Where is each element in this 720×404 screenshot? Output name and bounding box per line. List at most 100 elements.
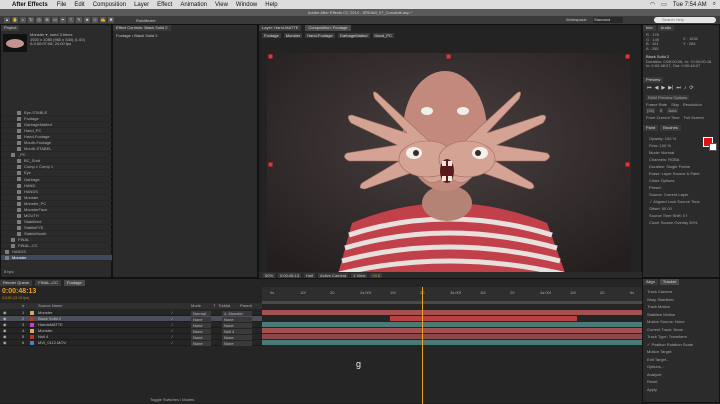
menu-item-view[interactable]: View xyxy=(215,2,228,8)
menu-item-effect[interactable]: Effect xyxy=(157,2,172,8)
layer-parent[interactable]: None xyxy=(222,316,252,322)
menu-item-composition[interactable]: Composition xyxy=(93,2,126,8)
layer-bar[interactable] xyxy=(262,328,642,333)
menu-item-layer[interactable]: Layer xyxy=(134,2,149,8)
next-frame-icon[interactable]: ▶| xyxy=(668,85,673,91)
tab-render-queue[interactable]: Render Queue xyxy=(0,280,33,286)
layer-bar[interactable] xyxy=(262,310,642,315)
eraser-tool-icon[interactable]: ◇ xyxy=(92,17,98,23)
layer-mode[interactable]: None xyxy=(191,340,211,346)
tab-layer[interactable]: Layer: Hand-MATTE xyxy=(259,25,302,31)
menu-item-window[interactable]: Window xyxy=(236,2,257,8)
tab-align[interactable]: Align xyxy=(643,279,658,285)
prev-frame-icon[interactable]: ◀ xyxy=(655,85,659,91)
layer-row[interactable]: ◉ 6 MVI_0112.MOV None None ⁄ xyxy=(0,340,262,346)
ram-preview-select[interactable]: RAM Preview Options xyxy=(646,95,690,100)
tab-effect-controls[interactable]: Effect Controls: Black Solid 2 xyxy=(113,25,171,31)
composition-viewer[interactable] xyxy=(267,53,631,278)
playhead[interactable] xyxy=(421,287,423,404)
hand-tool-icon[interactable]: ✋ xyxy=(12,17,18,23)
tracker-option[interactable]: Apply xyxy=(647,386,693,394)
frame-rate-select[interactable]: (24) xyxy=(646,108,656,113)
tab-audio[interactable]: Audio xyxy=(657,25,674,31)
audio-icon[interactable]: ♪ xyxy=(684,85,687,91)
paint-option[interactable]: Source: Current Layer xyxy=(649,191,700,198)
tracker-option[interactable]: Motion Target: xyxy=(647,348,693,356)
mask-tool-icon[interactable]: ▭ xyxy=(52,17,58,23)
tracker-option[interactable]: Options... xyxy=(647,363,693,371)
tracker-option[interactable]: Track Type: Transform xyxy=(647,333,693,341)
comp-subtab[interactable]: Footage xyxy=(262,33,281,38)
tracker-option[interactable]: Current Track: None xyxy=(647,326,693,334)
roto-tool-icon[interactable]: ✍ xyxy=(100,17,106,23)
menu-item-animation[interactable]: Animation xyxy=(180,2,207,8)
layer-parent[interactable]: Null 4 xyxy=(222,328,252,334)
brush-tool-icon[interactable]: ✎ xyxy=(76,17,82,23)
layer-parent[interactable]: None xyxy=(222,334,252,340)
time-ruler[interactable]: 0s10f202s:00f10f203s:00f10f204s:00f10f20… xyxy=(262,287,642,301)
pan-tool-icon[interactable]: ⊕ xyxy=(44,17,50,23)
paint-option[interactable]: ✓ Aligned Lock Source Time xyxy=(649,198,700,205)
paint-option[interactable]: Source Time Shift: 0 f xyxy=(649,212,700,219)
paint-option[interactable]: Opacity: 100 % xyxy=(649,135,700,142)
pen-tool-icon[interactable]: ✒ xyxy=(60,17,66,23)
comp-subtab[interactable]: Hand_PC xyxy=(372,33,394,38)
menu-item-edit[interactable]: Edit xyxy=(74,2,84,8)
comp-subtab[interactable]: GarbageMatted xyxy=(337,33,370,38)
search-help-input[interactable]: Search Help xyxy=(654,17,716,23)
wifi-icon[interactable]: ◠ xyxy=(650,1,655,8)
zoom-tool-icon[interactable]: ⌕ xyxy=(20,17,26,23)
clock[interactable]: Tue 7:54 AM xyxy=(673,2,707,8)
tab-brushes[interactable]: Brushes xyxy=(660,125,681,131)
paint-option[interactable]: Clone Source Overlay 50% xyxy=(649,219,700,226)
layer-parent[interactable]: None xyxy=(222,340,252,346)
workspace-select[interactable]: Standard xyxy=(593,17,623,23)
tab-info[interactable]: Info xyxy=(643,25,656,31)
paint-option[interactable]: Duration: Single Frame xyxy=(649,163,700,170)
paint-option[interactable]: Clone Options xyxy=(649,177,700,184)
layer-mode[interactable]: None xyxy=(191,322,211,328)
tracker-option[interactable]: Reset xyxy=(647,378,693,386)
layer-bar[interactable] xyxy=(262,340,642,345)
paint-option[interactable]: Offset: 00 00 xyxy=(649,205,700,212)
puppet-tool-icon[interactable]: ✱ xyxy=(108,17,114,23)
paint-option[interactable]: Preset: xyxy=(649,184,700,191)
tab-footage[interactable]: Footage xyxy=(64,280,85,286)
layer-switch-icon[interactable]: ⁄ xyxy=(172,340,173,346)
search-icon[interactable]: ⌕ xyxy=(713,1,716,8)
skip-input[interactable]: 0 xyxy=(659,108,664,113)
tracker-option[interactable]: ✓ Position Rotation Scale xyxy=(647,341,693,349)
label-color-swatch[interactable] xyxy=(30,323,34,327)
bit-depth-label[interactable]: 8 bpc xyxy=(4,269,14,274)
last-frame-icon[interactable]: ⏭ xyxy=(676,85,681,91)
header-source-name[interactable]: Source Name xyxy=(38,303,62,308)
label-color-swatch[interactable] xyxy=(30,311,34,315)
tracker-option[interactable]: Stabilize Motion xyxy=(647,311,693,319)
project-item[interactable]: Monster xyxy=(1,255,112,262)
visibility-eye-icon[interactable]: ◉ xyxy=(3,340,7,346)
layer-mode[interactable]: None xyxy=(191,328,211,334)
layer-bar[interactable] xyxy=(262,322,642,327)
tab-tracker[interactable]: Tracker xyxy=(659,279,680,285)
tab-project[interactable]: Project xyxy=(1,25,20,31)
tab-final-cc[interactable]: FINAL--CC xyxy=(35,280,62,286)
tracker-option[interactable]: Track Motion xyxy=(647,303,693,311)
layer-bar[interactable] xyxy=(262,334,642,339)
rotate-tool-icon[interactable]: ↻ xyxy=(28,17,34,23)
label-color-swatch[interactable] xyxy=(30,317,34,321)
work-area-bar[interactable] xyxy=(262,301,642,304)
paint-background-swatch[interactable] xyxy=(709,143,717,151)
full-screen-checkbox[interactable]: Full Screen xyxy=(684,115,704,120)
layer-mode[interactable]: None xyxy=(191,334,211,340)
tracker-option[interactable]: Analyze: xyxy=(647,371,693,379)
paint-option[interactable]: Flow: 100 % xyxy=(649,142,700,149)
toggle-switches-modes[interactable]: Toggle Switches / Modes xyxy=(150,397,194,402)
tracker-option[interactable]: Track Camera xyxy=(647,288,693,296)
play-icon[interactable]: ▶ xyxy=(661,85,665,91)
menu-item-file[interactable]: File xyxy=(57,2,67,8)
timeline-timecode[interactable]: 0:00:48:13 xyxy=(2,288,36,295)
tracker-option[interactable]: Warp Stabilizer xyxy=(647,296,693,304)
comp-subtab[interactable]: Monster xyxy=(283,33,303,38)
layer-bar[interactable] xyxy=(390,316,577,321)
label-color-swatch[interactable] xyxy=(30,329,34,333)
